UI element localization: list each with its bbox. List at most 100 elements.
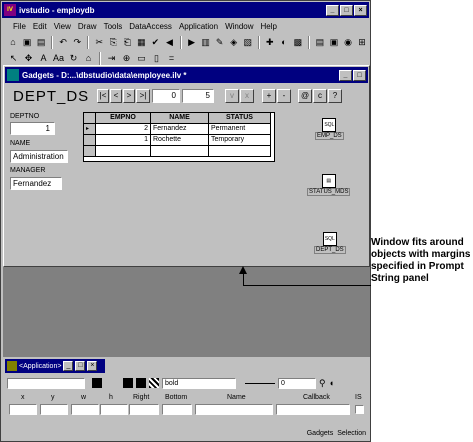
- maximize-button[interactable]: □: [340, 4, 353, 16]
- employee-table[interactable]: EMPNO NAME STATUS ▸ 2 Fernandez Permanen…: [83, 112, 275, 162]
- copy-icon[interactable]: ⎘: [107, 36, 119, 49]
- background-color-swatch[interactable]: [123, 378, 133, 388]
- list-icon[interactable]: ▤: [314, 36, 326, 49]
- font-icon[interactable]: Aa: [52, 52, 65, 65]
- arrow-style-icon[interactable]: ⚲: [319, 378, 326, 389]
- add-icon[interactable]: ✚: [264, 36, 276, 49]
- gadgets-minimize-button[interactable]: _: [339, 69, 352, 81]
- column-header-name[interactable]: NAME: [151, 113, 209, 124]
- equal-size-icon[interactable]: =: [165, 52, 178, 65]
- new-icon[interactable]: ⌂: [7, 36, 19, 49]
- empno-cell[interactable]: 2: [96, 124, 151, 135]
- cancel-edit-button[interactable]: x: [240, 89, 254, 103]
- validate-button[interactable]: v: [225, 89, 239, 103]
- column-icon[interactable]: ▯: [150, 52, 163, 65]
- application-titlebar[interactable]: <Application> _ □ ×: [5, 359, 105, 373]
- column-header-empno[interactable]: EMPNO: [96, 113, 151, 124]
- status-cell[interactable]: [209, 146, 271, 157]
- record-count-field[interactable]: 5: [182, 89, 214, 103]
- cut-icon[interactable]: ✂: [93, 36, 105, 49]
- back-icon[interactable]: ◀: [163, 36, 175, 49]
- main-titlebar[interactable]: IV ivstudio - employdb _ □ ×: [2, 2, 369, 18]
- undo-icon[interactable]: ↶: [57, 36, 69, 49]
- app-close-button[interactable]: ×: [87, 361, 98, 371]
- paste-icon[interactable]: ⎗: [121, 36, 133, 49]
- menu-edit[interactable]: Edit: [33, 22, 47, 31]
- open-icon[interactable]: ▣: [21, 36, 33, 49]
- app-minimize-button[interactable]: _: [63, 361, 74, 371]
- pattern-swatch[interactable]: [149, 378, 159, 388]
- table-icon[interactable]: ▦: [135, 36, 147, 49]
- table-row[interactable]: [84, 146, 274, 157]
- check-icon[interactable]: ✔: [149, 36, 161, 49]
- gadgets-titlebar[interactable]: Gadgets - D:...\dbstudio\data\employee.i…: [5, 67, 368, 83]
- last-record-button[interactable]: >|: [136, 89, 150, 103]
- move-icon[interactable]: ✥: [22, 52, 35, 65]
- grid-icon[interactable]: ▥: [200, 36, 212, 49]
- expand-icon[interactable]: ⊞: [356, 36, 368, 49]
- name-cell[interactable]: [151, 146, 209, 157]
- menu-draw[interactable]: Draw: [78, 22, 97, 31]
- rectangle-icon[interactable]: ▭: [135, 52, 148, 65]
- status-cell[interactable]: Permanent: [209, 124, 271, 135]
- manager-field[interactable]: Fernandez: [10, 177, 62, 190]
- name-field[interactable]: Administration: [10, 150, 68, 163]
- column-header-status[interactable]: STATUS: [209, 113, 271, 124]
- help-button[interactable]: ?: [328, 89, 342, 103]
- app-maximize-button[interactable]: □: [75, 361, 86, 371]
- hatch-icon[interactable]: ▩: [292, 36, 304, 49]
- target-icon[interactable]: ◉: [342, 36, 354, 49]
- bottom-field[interactable]: [162, 404, 192, 415]
- insert-record-button[interactable]: +: [262, 89, 276, 103]
- status-cell[interactable]: Temporary: [209, 135, 271, 146]
- pattern-icon[interactable]: ▧: [242, 36, 254, 49]
- home-icon[interactable]: ⌂: [82, 52, 95, 65]
- table-row[interactable]: 1 Rochette Temporary: [84, 135, 274, 146]
- is-checkbox[interactable]: [355, 405, 364, 414]
- menu-tools[interactable]: Tools: [104, 22, 123, 31]
- edit-icon[interactable]: ✎: [214, 36, 226, 49]
- fill-color-swatch[interactable]: [136, 378, 146, 388]
- gadgets-maximize-button[interactable]: □: [353, 69, 366, 81]
- at-button[interactable]: @: [298, 89, 312, 103]
- delete-record-button[interactable]: -: [277, 89, 291, 103]
- save-icon[interactable]: ▤: [35, 36, 47, 49]
- frame-icon[interactable]: ▣: [328, 36, 340, 49]
- font-selector[interactable]: [7, 377, 85, 389]
- name-cell[interactable]: Rochette: [151, 135, 209, 146]
- emp-ds-widget[interactable]: SQL EMP_DS: [315, 118, 344, 140]
- h-field[interactable]: [100, 404, 128, 415]
- next-record-button[interactable]: >: [123, 89, 135, 103]
- rotate-icon[interactable]: ↻: [67, 52, 80, 65]
- deptno-field[interactable]: 1: [10, 122, 55, 135]
- menu-application[interactable]: Application: [179, 22, 218, 31]
- contrast-icon[interactable]: ◐: [278, 36, 290, 49]
- menu-help[interactable]: Help: [261, 22, 277, 31]
- w-field[interactable]: [71, 404, 99, 415]
- font-style-select[interactable]: bold: [162, 377, 236, 389]
- redo-icon[interactable]: ↷: [71, 36, 83, 49]
- c-button[interactable]: c: [313, 89, 327, 103]
- current-record-field[interactable]: 0: [152, 89, 180, 103]
- cap-style-icon[interactable]: ◖: [329, 378, 334, 388]
- x-field[interactable]: [9, 404, 37, 415]
- right-field[interactable]: [129, 404, 159, 415]
- menu-dataaccess[interactable]: DataAccess: [129, 22, 172, 31]
- attach-icon[interactable]: ⊕: [120, 52, 133, 65]
- forward-icon[interactable]: ▶: [186, 36, 198, 49]
- name-prop-field[interactable]: [195, 404, 273, 415]
- empno-cell[interactable]: 1: [96, 135, 151, 146]
- menu-file[interactable]: File: [13, 22, 26, 31]
- dept-ds-widget[interactable]: SQL DEPT_DS: [314, 232, 346, 254]
- line-width-select[interactable]: 0: [278, 377, 316, 389]
- tab-order-icon[interactable]: ⇥: [105, 52, 118, 65]
- diamond-icon[interactable]: ◈: [228, 36, 240, 49]
- minimize-button[interactable]: _: [326, 4, 339, 16]
- y-field[interactable]: [40, 404, 68, 415]
- foreground-color-swatch[interactable]: [92, 378, 102, 388]
- menu-window[interactable]: Window: [225, 22, 253, 31]
- previous-record-button[interactable]: <: [110, 89, 122, 103]
- menu-view[interactable]: View: [54, 22, 71, 31]
- table-row[interactable]: ▸ 2 Fernandez Permanent: [84, 124, 274, 135]
- name-cell[interactable]: Fernandez: [151, 124, 209, 135]
